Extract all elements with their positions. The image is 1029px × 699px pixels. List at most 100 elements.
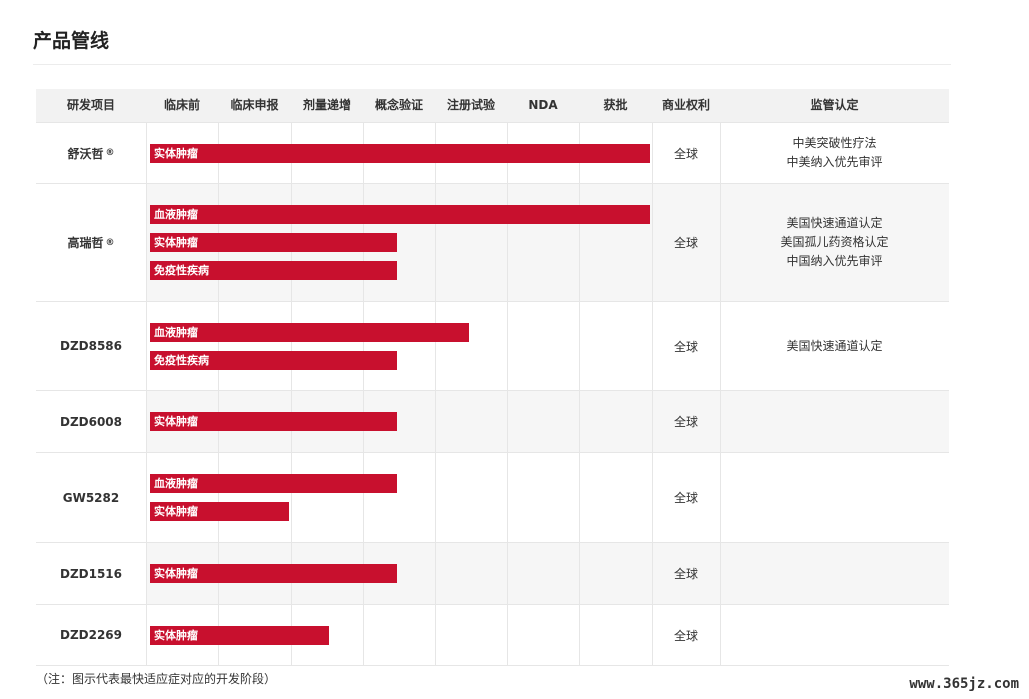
commercial-rights: 全球	[673, 236, 698, 250]
stage-progress-bar: 实体肿瘤	[150, 144, 650, 163]
grid-line	[218, 302, 219, 390]
table-row: GW5282 血液肿瘤实体肿瘤 全球	[36, 452, 949, 542]
table-row: DZD2269 实体肿瘤 全球	[36, 604, 949, 666]
header-stage-7: 获批	[603, 98, 628, 112]
grid-line	[579, 391, 580, 452]
grid-line	[579, 302, 580, 390]
stage-progress-bar: 实体肿瘤	[150, 502, 289, 521]
commercial-rights: 全球	[673, 567, 698, 581]
grid-line	[507, 543, 508, 604]
table-row: DZD8586 血液肿瘤免疫性疾病 全球 美国快速通道认定	[36, 301, 949, 390]
footnote: （注：图示代表最快适应症对应的开发阶段）	[36, 672, 277, 686]
grid-line	[435, 453, 436, 542]
grid-line	[435, 605, 436, 665]
grid-line	[507, 391, 508, 452]
grid-line	[435, 302, 436, 390]
table-row: 高瑞哲 ® 血液肿瘤 实体肿瘤 免疫性疾病 全球 美国快速通道认定 美国孤儿药资格认定 中国纳入…	[36, 183, 949, 301]
header-stage-3: 剂量递增	[302, 98, 351, 112]
grid-line	[579, 453, 580, 542]
header-stage-5: 注册试验	[446, 98, 495, 112]
page-title: 产品管线	[33, 30, 110, 52]
registered-mark: ®	[105, 237, 115, 248]
table-header: 研发项目 临床前 临床申报 剂量递增 概念验证 注册试验 NDA 获批 商业权利…	[36, 89, 949, 122]
commercial-rights: 全球	[673, 146, 698, 161]
regulatory-item: 美国快速通道认定	[786, 338, 883, 353]
stage-progress-bar: 血液肿瘤	[150, 323, 469, 342]
regulatory-designations: 美国快速通道认定	[720, 302, 949, 390]
project-name: GW5282	[36, 453, 146, 542]
commercial-rights: 全球	[673, 491, 698, 505]
regulatory-designations	[720, 391, 949, 452]
grid-line	[435, 391, 436, 452]
regulatory-item: 中美纳入优先审评	[786, 155, 883, 169]
regulatory-designations	[720, 453, 949, 542]
header-stage-2: 临床申报	[230, 98, 279, 112]
grid-line	[146, 605, 147, 665]
grid-line	[507, 453, 508, 542]
table-row: DZD1516 实体肿瘤 全球	[36, 542, 949, 604]
grid-line	[363, 453, 364, 542]
regulatory-designations: 美国快速通道认定 美国孤儿药资格认定 中国纳入优先审评	[720, 184, 949, 301]
project-name-text: DZD1516	[59, 566, 123, 581]
project-name: DZD1516	[36, 543, 146, 604]
table-body: 舒沃哲 ® 实体肿瘤 全球 中美突破性疗法 中美纳入优先审评 高瑞哲 ® 血液肿瘤 实体肿瘤 免疫性…	[36, 122, 949, 666]
project-name: 高瑞哲 ®	[36, 184, 146, 301]
stage-progress-bar: 实体肿瘤	[150, 233, 397, 252]
grid-line	[363, 605, 364, 665]
header-project: 研发项目	[66, 98, 115, 112]
grid-line	[146, 123, 147, 183]
grid-line	[146, 543, 147, 604]
pipeline-table: 研发项目 临床前 临床申报 剂量递增 概念验证 注册试验 NDA 获批 商业权利…	[36, 89, 949, 666]
grid-line	[146, 453, 147, 542]
title-divider	[33, 64, 951, 65]
project-name: DZD8586	[36, 302, 146, 390]
regulatory-item: 美国孤儿药资格认定	[780, 235, 889, 249]
grid-line	[507, 302, 508, 390]
project-name-text: DZD2269	[59, 628, 123, 642]
grid-line	[579, 605, 580, 665]
grid-line	[435, 184, 436, 301]
table-row: DZD6008 实体肿瘤 全球	[36, 390, 949, 452]
grid-line	[507, 184, 508, 301]
grid-line	[579, 543, 580, 604]
regulatory-designations	[720, 543, 949, 604]
regulatory-item: 中国纳入优先审评	[786, 254, 883, 268]
project-name: DZD2269	[36, 605, 146, 665]
project-name-text: DZD6008	[59, 414, 123, 429]
grid-line	[146, 184, 147, 301]
regulatory-item: 中美突破性疗法	[792, 136, 877, 150]
stage-progress-bar: 实体肿瘤	[150, 626, 329, 645]
grid-line	[435, 543, 436, 604]
header-stage-4: 概念验证	[374, 98, 423, 112]
commercial-rights: 全球	[673, 628, 698, 643]
project-name-text: DZD8586	[59, 339, 123, 353]
project-name: DZD6008	[36, 391, 146, 452]
project-name-text: 高瑞哲	[67, 236, 104, 250]
stage-progress-bar: 免疫性疾病	[150, 351, 397, 370]
header-stage-1: 临床前	[163, 98, 200, 112]
stage-progress-bar: 血液肿瘤	[150, 474, 397, 493]
header-rights: 商业权利	[661, 98, 710, 112]
header-regulatory: 监管认定	[810, 98, 859, 112]
table-row: 舒沃哲 ® 实体肿瘤 全球 中美突破性疗法 中美纳入优先审评	[36, 122, 949, 183]
grid-line	[579, 184, 580, 301]
regulatory-designations	[720, 605, 949, 665]
commercial-rights: 全球	[673, 339, 698, 354]
grid-line	[507, 605, 508, 665]
watermark: www.365jz.com	[909, 676, 1019, 692]
registered-mark: ®	[105, 148, 115, 158]
project-name-text: 舒沃哲	[67, 146, 104, 161]
commercial-rights: 全球	[673, 415, 698, 429]
grid-line	[363, 302, 364, 390]
stage-progress-bar: 免疫性疾病	[150, 261, 397, 280]
regulatory-designations: 中美突破性疗法 中美纳入优先审评	[720, 123, 949, 183]
stage-progress-bar: 血液肿瘤	[150, 205, 650, 224]
grid-line	[146, 391, 147, 452]
project-name: 舒沃哲 ®	[36, 123, 146, 183]
header-stage-6: NDA	[528, 98, 558, 112]
regulatory-item: 美国快速通道认定	[786, 216, 883, 230]
stage-progress-bar: 实体肿瘤	[150, 564, 397, 583]
grid-line	[146, 302, 147, 390]
grid-line	[218, 453, 219, 542]
stage-progress-bar: 实体肿瘤	[150, 412, 397, 431]
